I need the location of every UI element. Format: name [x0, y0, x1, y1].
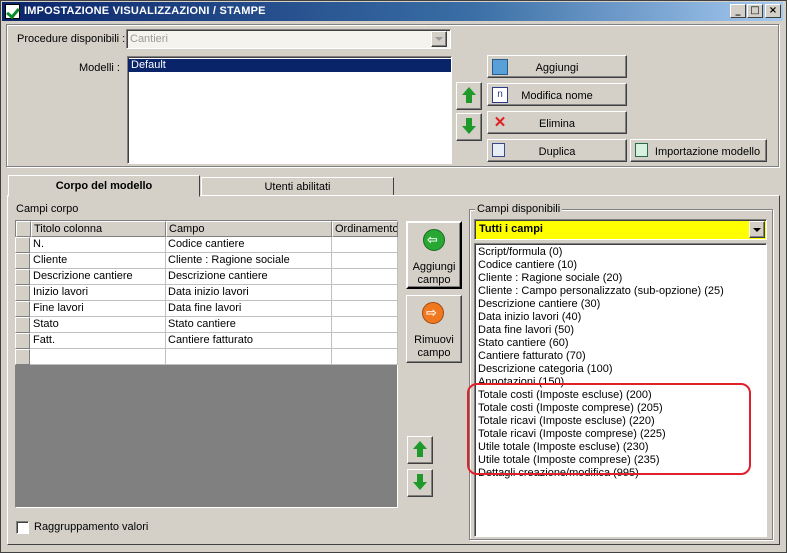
- row-selector[interactable]: [15, 269, 30, 285]
- table-cell[interactable]: [332, 285, 398, 301]
- arrow-up-icon: [413, 441, 427, 449]
- tab-corpo-del-modello[interactable]: Corpo del modello: [8, 175, 200, 197]
- close-button[interactable]: ×: [765, 4, 781, 18]
- table-row[interactable]: Descrizione cantiere Descrizione cantiere: [15, 269, 398, 285]
- highlight-annotation: [467, 383, 751, 475]
- list-item[interactable]: Cantiere fatturato (70): [475, 350, 766, 363]
- list-item[interactable]: Data inizio lavori (40): [475, 311, 766, 324]
- chevron-down-icon: [753, 228, 761, 232]
- arrow-down-icon: [413, 482, 427, 490]
- table-cell[interactable]: Stato: [31, 317, 166, 333]
- arrow-up-icon: [462, 87, 476, 95]
- duplica-button[interactable]: Duplica: [487, 139, 627, 162]
- import-icon: [635, 143, 648, 157]
- campi-filter-select[interactable]: Tutti i campi: [474, 219, 767, 240]
- aggiungi-button[interactable]: Aggiungi: [487, 55, 627, 78]
- list-item[interactable]: Data fine lavori (50): [475, 324, 766, 337]
- modifica-nome-button[interactable]: n Modifica nome: [487, 83, 627, 106]
- table-cell[interactable]: [332, 269, 398, 285]
- table-cell[interactable]: [332, 317, 398, 333]
- table-row[interactable]: [15, 349, 398, 365]
- table-cell[interactable]: Descrizione cantiere: [166, 269, 332, 285]
- arrow-right-circle-icon: ⇨: [422, 302, 444, 324]
- arrow-left-circle-icon: ⇦: [423, 229, 445, 251]
- row-selector[interactable]: [15, 301, 30, 317]
- header-ordinamento[interactable]: Ordinamento: [332, 221, 398, 237]
- table-row[interactable]: Inizio lavori Data inizio lavori: [15, 285, 398, 301]
- field-move-down-button[interactable]: [407, 469, 433, 497]
- campi-disponibili-label: Campi disponibili: [475, 203, 563, 215]
- list-item[interactable]: Stato cantiere (60): [475, 337, 766, 350]
- table-cell[interactable]: [332, 333, 398, 349]
- app-check-icon: [5, 4, 20, 19]
- list-item[interactable]: Script/formula (0): [475, 246, 766, 259]
- procedure-dropdown-button[interactable]: [431, 31, 447, 47]
- aggiungi-campo-button[interactable]: ⇦ Aggiungi campo: [406, 221, 462, 289]
- table-cell[interactable]: Cliente : Ragione sociale: [166, 253, 332, 269]
- table-row[interactable]: Fine lavori Data fine lavori: [15, 301, 398, 317]
- list-item[interactable]: Cliente : Ragione sociale (20): [475, 272, 766, 285]
- procedure-label: Procedure disponibili :: [17, 33, 126, 45]
- table-cell[interactable]: Codice cantiere: [166, 237, 332, 253]
- table-cell[interactable]: [332, 301, 398, 317]
- table-cell[interactable]: Data fine lavori: [166, 301, 332, 317]
- chevron-down-icon: [435, 37, 443, 41]
- table-row[interactable]: Stato Stato cantiere: [15, 317, 398, 333]
- arrow-down-icon: [462, 126, 476, 134]
- model-move-down-button[interactable]: [456, 113, 482, 141]
- row-selector[interactable]: [15, 285, 30, 301]
- model-move-up-button[interactable]: [456, 82, 482, 110]
- row-selector[interactable]: [15, 237, 30, 253]
- row-selector[interactable]: [15, 333, 30, 349]
- campi-corpo-grid[interactable]: Titolo colonna Campo Ordinamento N. Codic…: [15, 220, 398, 508]
- header-campo[interactable]: Campo: [166, 221, 332, 237]
- table-cell[interactable]: [332, 237, 398, 253]
- table-cell[interactable]: [166, 349, 332, 365]
- table-row[interactable]: N. Codice cantiere: [15, 237, 398, 253]
- field-move-up-button[interactable]: [407, 436, 433, 464]
- rimuovi-campo-button[interactable]: ⇨ Rimuovi campo: [406, 295, 462, 363]
- maximize-button[interactable]: □: [747, 4, 763, 18]
- header-titolo-colonna[interactable]: Titolo colonna: [31, 221, 166, 237]
- model-item-default[interactable]: Default: [128, 59, 451, 72]
- table-cell[interactable]: Fine lavori: [31, 301, 166, 317]
- table-cell[interactable]: [332, 349, 398, 365]
- models-list[interactable]: Default: [127, 56, 452, 164]
- campi-corpo-label: Campi corpo: [16, 203, 79, 215]
- models-label: Modelli :: [79, 62, 120, 74]
- list-item[interactable]: Cliente : Campo personalizzato (sub-opzi…: [475, 285, 766, 298]
- table-cell[interactable]: N.: [31, 237, 166, 253]
- row-selector[interactable]: [15, 317, 30, 333]
- table-cell[interactable]: Cliente: [31, 253, 166, 269]
- table-cell[interactable]: Cantiere fatturato: [166, 333, 332, 349]
- raggruppamento-label: Raggruppamento valori: [34, 521, 149, 533]
- list-item[interactable]: Codice cantiere (10): [475, 259, 766, 272]
- tab-utenti-abilitati[interactable]: Utenti abilitati: [201, 177, 394, 196]
- row-selector[interactable]: [15, 349, 30, 365]
- window-title: IMPOSTAZIONE VISUALIZZAZIONI / STAMPE: [24, 5, 266, 17]
- table-cell[interactable]: Fatt.: [31, 333, 166, 349]
- table-cell[interactable]: Stato cantiere: [166, 317, 332, 333]
- procedure-select[interactable]: Cantieri: [126, 29, 451, 49]
- table-cell[interactable]: [31, 349, 166, 365]
- raggruppamento-checkbox[interactable]: [16, 521, 29, 534]
- row-selector[interactable]: [15, 253, 30, 269]
- table-cell[interactable]: Descrizione cantiere: [31, 269, 166, 285]
- table-row[interactable]: Cliente Cliente : Ragione sociale: [15, 253, 398, 269]
- table-cell[interactable]: Inizio lavori: [31, 285, 166, 301]
- list-item[interactable]: Descrizione categoria (100): [475, 363, 766, 376]
- title-bar[interactable]: IMPOSTAZIONE VISUALIZZAZIONI / STAMPE _ …: [2, 2, 783, 21]
- minimize-button[interactable]: _: [730, 4, 746, 18]
- table-cell[interactable]: Data inizio lavori: [166, 285, 332, 301]
- importazione-modello-button[interactable]: Importazione modello: [630, 139, 767, 162]
- list-item[interactable]: Descrizione cantiere (30): [475, 298, 766, 311]
- table-row[interactable]: Fatt. Cantiere fatturato: [15, 333, 398, 349]
- table-cell[interactable]: [332, 253, 398, 269]
- elimina-button[interactable]: ✕ Elimina: [487, 111, 627, 134]
- filter-dropdown-button[interactable]: [749, 221, 765, 238]
